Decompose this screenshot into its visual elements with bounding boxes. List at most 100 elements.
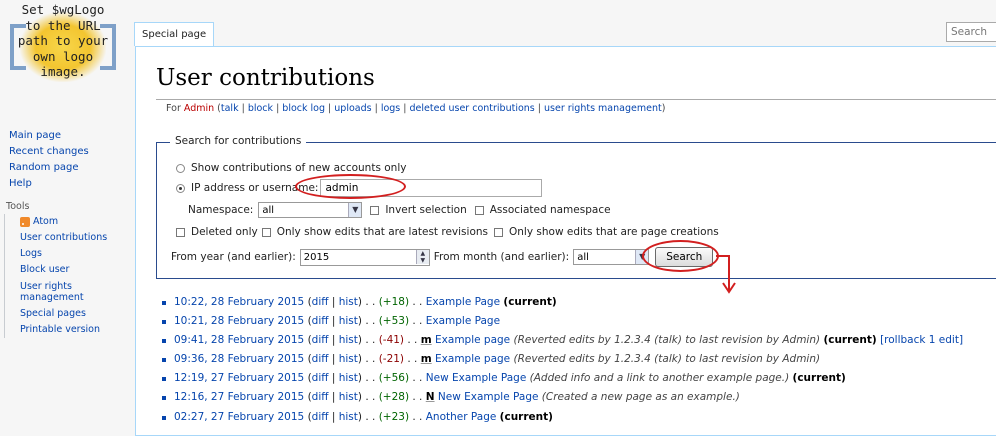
diff-link[interactable]: diff [312,391,329,403]
year-value: 2015 [303,251,330,263]
user-link-admin[interactable]: Admin [184,103,214,114]
annotation-arrow-icon [716,255,736,294]
title-divider [156,99,996,100]
radio-row-new-accounts[interactable]: Show contributions of new accounts only [176,162,406,174]
timestamp-link[interactable]: 12:19, 27 February 2015 [174,372,304,384]
link-block-log[interactable]: block log [282,103,325,114]
username-input[interactable] [320,179,543,197]
link-block[interactable]: block [248,103,273,114]
timestamp-link[interactable]: 09:36, 28 February 2015 [174,353,304,365]
contribution-row: 09:41, 28 February 2015 (diff | hist) . … [160,331,996,350]
namespace-select[interactable]: all ▼ [258,202,363,218]
page-link[interactable]: Example page [435,334,510,346]
page-creations-label: Only show edits that are page creations [509,226,719,238]
timestamp-link[interactable]: 12:16, 27 February 2015 [174,391,304,403]
page-link[interactable]: Another Page [426,411,497,423]
filters-row: Deleted only Only show edits that are la… [176,226,719,238]
date-row: From year (and earlier): 2015 ▲ ▼ From mo… [171,247,714,267]
hist-link[interactable]: hist [339,353,358,365]
latest-revisions-label: Only show edits that are latest revision… [276,226,488,238]
nav-recent-changes[interactable]: Recent changes [0,144,134,160]
subtitle-prefix: For [166,103,184,114]
tools-item-special-pages[interactable]: Special pages [20,306,134,322]
spinner-arrows-icon[interactable]: ▲ ▼ [415,250,429,264]
tools-item-atom-label: Atom [33,216,59,227]
current-marker: (current) [503,296,557,308]
diff-link[interactable]: diff [312,411,329,423]
page-link[interactable]: New Example Page [426,372,527,384]
timestamp-link[interactable]: 09:41, 28 February 2015 [174,334,304,346]
link-talk[interactable]: talk [221,103,239,114]
link-logs[interactable]: logs [381,103,400,114]
nav-random-page[interactable]: Random page [0,160,134,176]
edit-summary: (Reverted edits by 1.2.3.4 (talk) to las… [513,353,821,366]
radio-ip-username[interactable] [176,183,185,193]
contribution-row: 09:36, 28 February 2015 (diff | hist) . … [160,350,996,369]
edit-summary: (Created a new page as an example.) [541,391,740,404]
diff-link[interactable]: diff [312,315,329,327]
current-marker: (current) [792,372,846,385]
form-legend: Search for contributions [170,135,307,147]
latest-revisions-checkbox[interactable] [261,227,271,237]
deleted-only-checkbox[interactable] [176,227,185,237]
rss-feed-icon [20,217,30,227]
radio-row-ip[interactable]: IP address or username: [176,179,543,197]
link-user-rights[interactable]: user rights management [544,103,662,114]
tools-item-printable-version[interactable]: Printable version [20,322,134,338]
hist-link[interactable]: hist [339,391,358,403]
page-creations-checkbox[interactable] [494,227,503,237]
tools-item-user-rights[interactable]: User rights management [20,278,134,306]
timestamp-link[interactable]: 10:21, 28 February 2015 [174,315,304,327]
rollback-link[interactable]: [rollback 1 edit] [880,334,963,346]
page-link[interactable]: Example page [435,353,510,365]
timestamp-link[interactable]: 10:22, 28 February 2015 [174,296,304,308]
namespace-label: Namespace: [188,204,254,216]
tools-heading: Tools [6,201,30,212]
hist-link[interactable]: hist [339,334,358,346]
diff-link[interactable]: diff [312,353,329,365]
invert-selection-checkbox[interactable] [370,205,380,215]
year-label: From year (and earlier): [171,251,296,263]
tools-item-user-contributions[interactable]: User contributions [20,230,134,246]
size-change: (+56) [378,372,410,385]
radio-new-accounts[interactable] [176,163,185,173]
search-input[interactable] [946,22,996,42]
contribution-row: 12:19, 27 February 2015 (diff | hist) . … [160,369,996,388]
month-value: all [577,251,589,263]
associated-namespace-checkbox[interactable] [474,205,484,215]
hist-link[interactable]: hist [339,372,358,384]
hist-link[interactable]: hist [339,296,358,308]
tab-special-page[interactable]: Special page [134,22,215,46]
month-select[interactable]: all ▼ [573,249,650,265]
month-label: From month (and earlier): [433,251,570,263]
diff-link[interactable]: diff [312,296,329,308]
namespace-row: Namespace: all ▼ Invert selection Associ… [188,202,611,218]
tools-item-logs[interactable]: Logs [20,246,134,262]
namespace-value: all [262,204,275,216]
tools-item-block-user[interactable]: Block user [20,262,134,278]
page-link[interactable]: Example Page [426,296,500,308]
hist-link[interactable]: hist [339,411,358,423]
contribution-row: 10:21, 28 February 2015 (diff | hist) . … [160,312,996,331]
logo-text: Set $wgLogo to the URL path to your own … [17,2,109,80]
link-uploads[interactable]: uploads [334,103,371,114]
tools-item-atom[interactable]: Atom [20,214,134,230]
page-link[interactable]: Example Page [426,315,500,327]
year-input[interactable]: 2015 ▲ ▼ [299,248,430,266]
size-change: (+23) [378,410,410,423]
contribution-row: 10:22, 28 February 2015 (diff | hist) . … [160,293,996,312]
site-logo[interactable]: Set $wgLogo to the URL path to your own … [4,2,122,94]
nav-help[interactable]: Help [0,176,134,192]
page-title: User contributions [156,65,375,91]
current-marker: (current) [823,334,877,347]
diff-link[interactable]: diff [312,372,329,384]
nav-main-page[interactable]: Main page [0,128,134,144]
edit-flag: N [425,391,435,404]
contribution-row: 02:27, 27 February 2015 (diff | hist) . … [160,408,996,427]
page-link[interactable]: New Example Page [438,391,539,403]
size-change: (+18) [378,296,410,308]
diff-link[interactable]: diff [312,334,329,346]
timestamp-link[interactable]: 02:27, 27 February 2015 [174,411,304,423]
link-deleted-contributions[interactable]: deleted user contributions [410,103,535,114]
hist-link[interactable]: hist [339,315,358,327]
